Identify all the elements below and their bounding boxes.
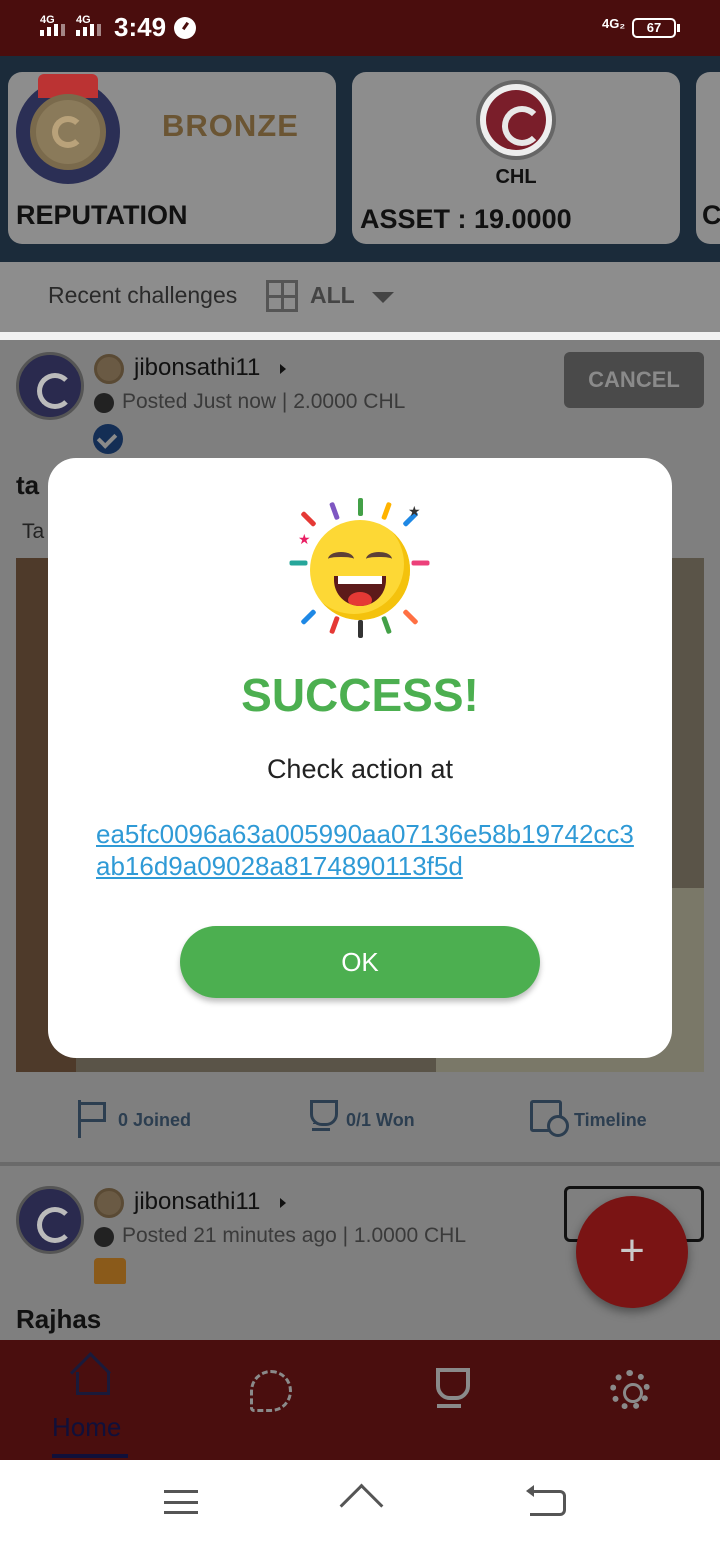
coin-symbol: CHL bbox=[495, 166, 537, 188]
user-tier-icon bbox=[94, 1188, 124, 1218]
flag-icon bbox=[78, 1100, 108, 1138]
post-meta: Posted 21 minutes ago | 1.0000 CHL bbox=[122, 1224, 467, 1247]
post-username[interactable]: jibonsathi11 bbox=[134, 354, 260, 382]
home-icon bbox=[70, 1356, 110, 1396]
post-divider bbox=[0, 1162, 720, 1166]
ok-button[interactable]: OK bbox=[180, 926, 540, 998]
caret-right-icon bbox=[280, 1198, 286, 1208]
post-username[interactable]: jibonsathi11 bbox=[134, 1188, 260, 1216]
timeline-link[interactable]: Timeline bbox=[574, 1110, 647, 1131]
speed-icon bbox=[174, 17, 196, 39]
avatar[interactable] bbox=[16, 352, 84, 420]
nav-home-label: Home bbox=[52, 1412, 122, 1442]
user-tier-icon bbox=[94, 354, 124, 384]
menu-icon[interactable] bbox=[164, 1490, 198, 1514]
add-challenge-button[interactable]: + bbox=[576, 1196, 688, 1308]
reputation-label: REPUTATION bbox=[16, 200, 188, 230]
cancel-button[interactable]: CANCEL bbox=[564, 352, 704, 408]
post-description: Ta bbox=[22, 520, 45, 543]
battery-icon: 67 bbox=[632, 18, 676, 38]
post-meta: Posted Just now | 2.0000 CHL bbox=[122, 390, 406, 413]
chevron-down-icon[interactable] bbox=[372, 292, 394, 303]
gear-icon[interactable] bbox=[610, 1370, 650, 1410]
calendar-clock-icon bbox=[530, 1100, 569, 1137]
reputation-badge-icon bbox=[16, 74, 120, 184]
avatar[interactable] bbox=[16, 1186, 84, 1254]
signal-icon-1 bbox=[40, 24, 65, 36]
verified-icon bbox=[93, 424, 123, 454]
bottom-navigation: Home bbox=[0, 1340, 720, 1460]
reputation-card[interactable]: BRONZE REPUTATION bbox=[8, 72, 336, 244]
filter-title: Recent challenges bbox=[48, 282, 238, 308]
trophy-icon[interactable] bbox=[428, 1368, 470, 1412]
post-stats: 0 Joined 0/1 Won Timeline bbox=[0, 1080, 720, 1160]
challenge-filter-bar: Recent challenges ALL bbox=[0, 262, 720, 332]
network-type-3: 4G₂ bbox=[602, 16, 626, 31]
asset-card[interactable]: CHL ASSET : 19.0000 bbox=[352, 72, 680, 244]
header-cards: BRONZE REPUTATION CHL ASSET : 19.0000 C bbox=[0, 56, 720, 262]
third-card-label: C bbox=[702, 200, 720, 230]
third-card[interactable]: C bbox=[696, 72, 720, 244]
transaction-hash-link[interactable]: ea5fc0096a63a005990aa07136e58b19742cc3ab… bbox=[96, 818, 636, 882]
clock-time: 3:49 bbox=[114, 12, 167, 42]
success-dialog: ★ ★ SUCCESS! Check action at ea5fc0096a6… bbox=[48, 458, 672, 1058]
caret-right-icon bbox=[280, 364, 286, 374]
globe-icon bbox=[94, 1227, 114, 1247]
trophy-icon bbox=[304, 1100, 338, 1136]
post-title: ta bbox=[16, 470, 40, 500]
battery-tip bbox=[677, 24, 680, 32]
back-icon[interactable] bbox=[526, 1485, 566, 1516]
status-bar: 4G 4G 3:49 4G₂ 67 bbox=[0, 0, 720, 56]
route-icon[interactable] bbox=[250, 1370, 292, 1412]
post-title: Rajhas bbox=[16, 1304, 102, 1334]
filter-selected-value[interactable]: ALL bbox=[310, 282, 355, 309]
signal-icon-2 bbox=[76, 24, 101, 36]
system-navigation-bar bbox=[0, 1460, 720, 1544]
system-home-icon[interactable] bbox=[338, 1486, 384, 1516]
success-heading: SUCCESS! bbox=[241, 669, 479, 721]
dialog-message: Check action at bbox=[266, 754, 454, 784]
reputation-tier: BRONZE bbox=[162, 108, 299, 143]
chl-coin-icon bbox=[476, 80, 556, 160]
grid-icon[interactable] bbox=[266, 280, 298, 312]
globe-icon bbox=[94, 393, 114, 413]
active-tab-indicator bbox=[52, 1454, 128, 1458]
nav-home[interactable]: Home bbox=[40, 1340, 140, 1460]
joined-count[interactable]: 0 Joined bbox=[118, 1110, 191, 1131]
won-count[interactable]: 0/1 Won bbox=[346, 1110, 415, 1131]
laughing-emoji-icon: ★ ★ bbox=[289, 498, 430, 638]
asset-balance: ASSET : 19.0000 bbox=[360, 204, 572, 234]
treasure-chest-icon bbox=[94, 1258, 126, 1284]
